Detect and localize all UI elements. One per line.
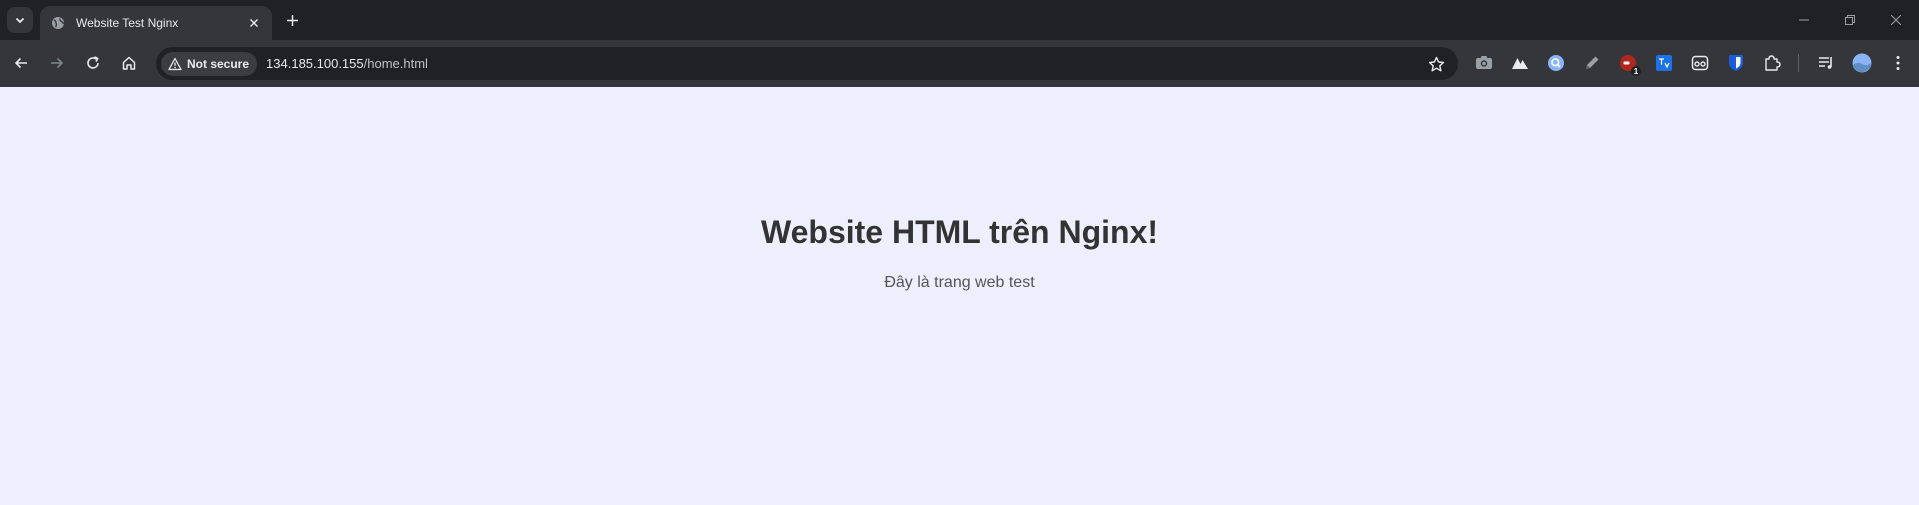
page-content: Website HTML trên Nginx! Đây là trang we… bbox=[0, 87, 1919, 505]
pen-icon[interactable] bbox=[1582, 53, 1602, 73]
tab-strip: Website Test Nginx bbox=[0, 0, 1919, 40]
back-button[interactable] bbox=[8, 50, 34, 76]
security-chip[interactable]: Not secure bbox=[161, 51, 258, 76]
plus-icon bbox=[286, 14, 298, 26]
bitwarden-icon[interactable] bbox=[1726, 53, 1746, 73]
lens-icon[interactable] bbox=[1546, 53, 1566, 73]
minimize-button[interactable] bbox=[1781, 0, 1827, 40]
minimize-icon bbox=[1799, 19, 1809, 21]
home-button[interactable] bbox=[116, 50, 142, 76]
restore-icon bbox=[1845, 15, 1855, 25]
address-bar[interactable]: Not secure 134.185.100.155/home.html bbox=[156, 47, 1458, 80]
globe-icon bbox=[50, 15, 66, 31]
restore-button[interactable] bbox=[1827, 0, 1873, 40]
chevron-down-icon bbox=[15, 17, 25, 24]
close-icon[interactable] bbox=[246, 15, 262, 31]
media-controls-icon[interactable] bbox=[1816, 53, 1836, 73]
puzzle-icon[interactable] bbox=[1762, 53, 1782, 73]
url-text[interactable]: 134.185.100.155/home.html bbox=[266, 56, 428, 71]
toolbar-divider bbox=[1798, 54, 1799, 72]
reload-icon bbox=[87, 56, 99, 69]
forward-arrow-icon bbox=[51, 57, 64, 69]
mountain-icon[interactable] bbox=[1510, 53, 1530, 73]
page-subtext: Đây là trang web test bbox=[884, 274, 1035, 291]
active-tab[interactable]: Website Test Nginx bbox=[40, 6, 272, 40]
window-controls bbox=[1781, 0, 1919, 40]
warning-icon bbox=[168, 57, 182, 70]
new-tab-button[interactable] bbox=[281, 9, 303, 31]
url-path: /home.html bbox=[363, 56, 428, 71]
url-host: 134.185.100.155 bbox=[266, 56, 364, 71]
page-heading: Website HTML trên Nginx! bbox=[760, 214, 1159, 250]
home-icon bbox=[122, 56, 136, 70]
extension-badge: 1 bbox=[1631, 66, 1641, 76]
tab-title: Website Test Nginx bbox=[76, 16, 179, 30]
record-icon[interactable]: 1 bbox=[1618, 53, 1641, 76]
close-window-icon bbox=[1891, 15, 1901, 25]
tab-search-button[interactable] bbox=[7, 7, 33, 33]
star-icon[interactable] bbox=[1426, 54, 1446, 74]
translate-icon[interactable] bbox=[1654, 53, 1674, 73]
avatar[interactable] bbox=[1852, 53, 1872, 73]
camera-icon[interactable] bbox=[1474, 53, 1494, 73]
close-window-button[interactable] bbox=[1873, 0, 1919, 40]
forward-button[interactable] bbox=[44, 50, 70, 76]
menu-icon[interactable] bbox=[1888, 53, 1908, 73]
reload-button[interactable] bbox=[80, 50, 106, 76]
security-label: Not secure bbox=[187, 56, 250, 71]
back-arrow-icon bbox=[14, 57, 27, 69]
browser-toolbar: Not secure 134.185.100.155/home.html 1 bbox=[0, 40, 1919, 87]
reader-icon[interactable] bbox=[1690, 53, 1710, 73]
